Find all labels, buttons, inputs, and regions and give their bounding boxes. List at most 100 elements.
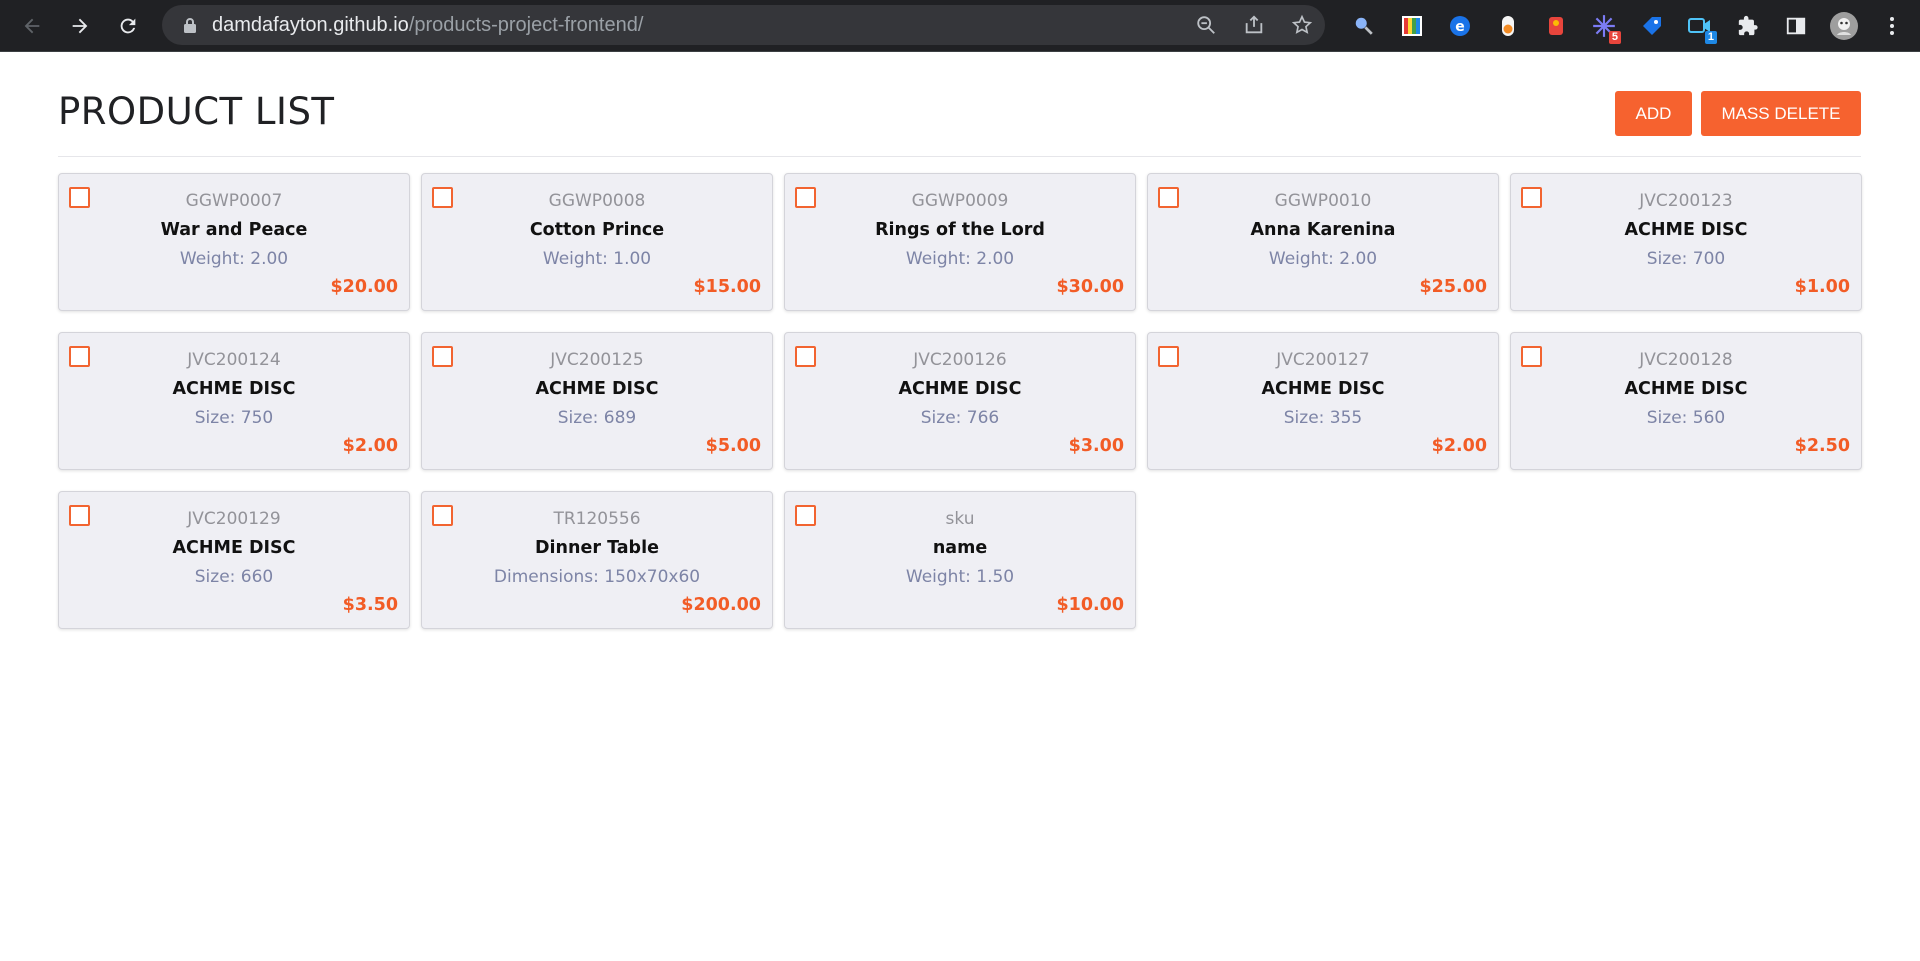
reload-button[interactable] (104, 0, 152, 52)
product-price: $25.00 (1419, 277, 1487, 297)
more-icon[interactable] (1868, 0, 1916, 52)
back-icon (24, 18, 40, 33)
product-attribute: Size: 750 (194, 408, 274, 428)
share-icon[interactable] (1241, 12, 1267, 38)
product-card: GGWP0010 Anna Karenina Weight: 2.00 $25.… (1147, 173, 1499, 311)
product-name: ACHME DISC (172, 538, 296, 558)
toggle-ext-icon[interactable] (1484, 0, 1532, 52)
back-button[interactable] (8, 0, 56, 52)
star-icon[interactable] (1289, 12, 1315, 38)
product-attribute: Weight: 2.00 (1268, 249, 1378, 269)
product-name: ACHME DISC (535, 379, 659, 399)
side-panel-icon[interactable] (1772, 0, 1820, 52)
product-sku: JVC200125 (550, 350, 644, 370)
product-name: Rings of the Lord (875, 220, 1045, 240)
product-attribute: Size: 689 (557, 408, 637, 428)
product-sku: sku (945, 509, 975, 529)
product-price: $30.00 (1056, 277, 1124, 297)
product-card: JVC200123 ACHME DISC Size: 700 $1.00 (1510, 173, 1862, 311)
product-sku: JVC200127 (1276, 350, 1370, 370)
product-name: War and Peace (160, 220, 308, 240)
product-sku: GGWP0007 (185, 191, 283, 211)
product-attribute: Weight: 2.00 (179, 249, 289, 269)
product-attribute: Size: 355 (1283, 408, 1363, 428)
profile-avatar[interactable] (1820, 0, 1868, 52)
product-name: Anna Karenina (1250, 220, 1396, 240)
product-grid: GGWP0007 War and Peace Weight: 2.00 $20.… (58, 173, 1862, 629)
product-card: JVC200129 ACHME DISC Size: 660 $3.50 (58, 491, 410, 629)
product-attribute: Dimensions: 150x70x60 (493, 567, 701, 587)
badge-ext-icon[interactable] (1532, 0, 1580, 52)
product-sku: JVC200128 (1639, 350, 1733, 370)
product-price: $20.00 (330, 277, 398, 297)
product-name: Cotton Prince (529, 220, 665, 240)
product-name: ACHME DISC (1261, 379, 1385, 399)
product-price: $3.00 (1068, 436, 1124, 456)
product-sku: JVC200126 (913, 350, 1007, 370)
zoom-icon[interactable] (1193, 12, 1219, 38)
product-price: $2.00 (1431, 436, 1487, 456)
color-picker-ext-icon[interactable] (1388, 0, 1436, 52)
product-attribute: Size: 700 (1646, 249, 1726, 269)
spark-ext-badge: 5 (1608, 31, 1621, 44)
product-attribute: Weight: 1.50 (905, 567, 1015, 587)
video-ext-icon[interactable]: 1 (1676, 0, 1724, 52)
product-name: name (932, 538, 988, 558)
page-header: PRODUCT LIST ADD MASS DELETE (58, 52, 1861, 157)
product-card: JVC200128 ACHME DISC Size: 560 $2.50 (1510, 332, 1862, 470)
product-price: $1.00 (1794, 277, 1850, 297)
product-name: Dinner Table (535, 538, 659, 558)
product-sku: GGWP0008 (548, 191, 646, 211)
magnifier-ext-icon[interactable] (1340, 0, 1388, 52)
url-host: damdafayton.github.io (212, 13, 409, 36)
svg-text:e: e (1455, 19, 1465, 35)
product-price: $5.00 (705, 436, 761, 456)
product-attribute: Weight: 2.00 (905, 249, 1015, 269)
spark-ext-icon[interactable]: 5 (1580, 0, 1628, 52)
address-bar[interactable]: damdafayton.github.io/products-project-f… (162, 5, 1325, 45)
product-price: $2.50 (1794, 436, 1850, 456)
product-price: $2.00 (342, 436, 398, 456)
product-card: sku name Weight: 1.50 $10.00 (784, 491, 1136, 629)
url-path: /products-project-frontend/ (408, 13, 644, 36)
product-card: JVC200125 ACHME DISC Size: 689 $5.00 (421, 332, 773, 470)
product-sku: JVC200129 (187, 509, 281, 529)
product-card: JVC200126 ACHME DISC Size: 766 $3.00 (784, 332, 1136, 470)
page-title: PRODUCT LIST (58, 90, 335, 133)
e-ext-icon[interactable]: e (1436, 0, 1484, 52)
product-card: GGWP0007 War and Peace Weight: 2.00 $20.… (58, 173, 410, 311)
puzzle-icon[interactable] (1724, 0, 1772, 52)
add-button[interactable]: ADD (1615, 91, 1692, 136)
product-price: $3.50 (342, 595, 398, 615)
product-attribute: Size: 660 (194, 567, 274, 587)
mass-delete-button[interactable]: MASS DELETE (1701, 91, 1861, 136)
product-price: $200.00 (681, 595, 761, 615)
reload-icon (120, 18, 136, 33)
product-card: JVC200124 ACHME DISC Size: 750 $2.00 (58, 332, 410, 470)
tag-ext-icon[interactable] (1628, 0, 1676, 52)
product-sku: JVC200124 (187, 350, 281, 370)
product-sku: GGWP0010 (1274, 191, 1372, 211)
lock-icon (180, 15, 200, 35)
video-ext-badge: 1 (1704, 31, 1717, 44)
url-text: damdafayton.github.io/products-project-f… (212, 14, 643, 37)
product-price: $10.00 (1056, 595, 1124, 615)
product-sku: JVC200123 (1639, 191, 1733, 211)
browser-toolbar: damdafayton.github.io/products-project-f… (0, 0, 1920, 52)
product-sku: TR120556 (553, 509, 641, 529)
forward-icon (72, 18, 88, 33)
product-sku: GGWP0009 (911, 191, 1009, 211)
product-name: ACHME DISC (1624, 379, 1748, 399)
product-attribute: Size: 560 (1646, 408, 1726, 428)
product-attribute: Size: 766 (920, 408, 1000, 428)
page-content: PRODUCT LIST ADD MASS DELETE GGWP0007 Wa… (0, 52, 1920, 961)
product-attribute: Weight: 1.00 (542, 249, 652, 269)
product-name: ACHME DISC (172, 379, 296, 399)
product-card: JVC200127 ACHME DISC Size: 355 $2.00 (1147, 332, 1499, 470)
product-price: $15.00 (693, 277, 761, 297)
product-card: TR120556 Dinner Table Dimensions: 150x70… (421, 491, 773, 629)
product-name: ACHME DISC (898, 379, 1022, 399)
forward-button[interactable] (56, 0, 104, 52)
product-card: GGWP0008 Cotton Prince Weight: 1.00 $15.… (421, 173, 773, 311)
product-name: ACHME DISC (1624, 220, 1748, 240)
